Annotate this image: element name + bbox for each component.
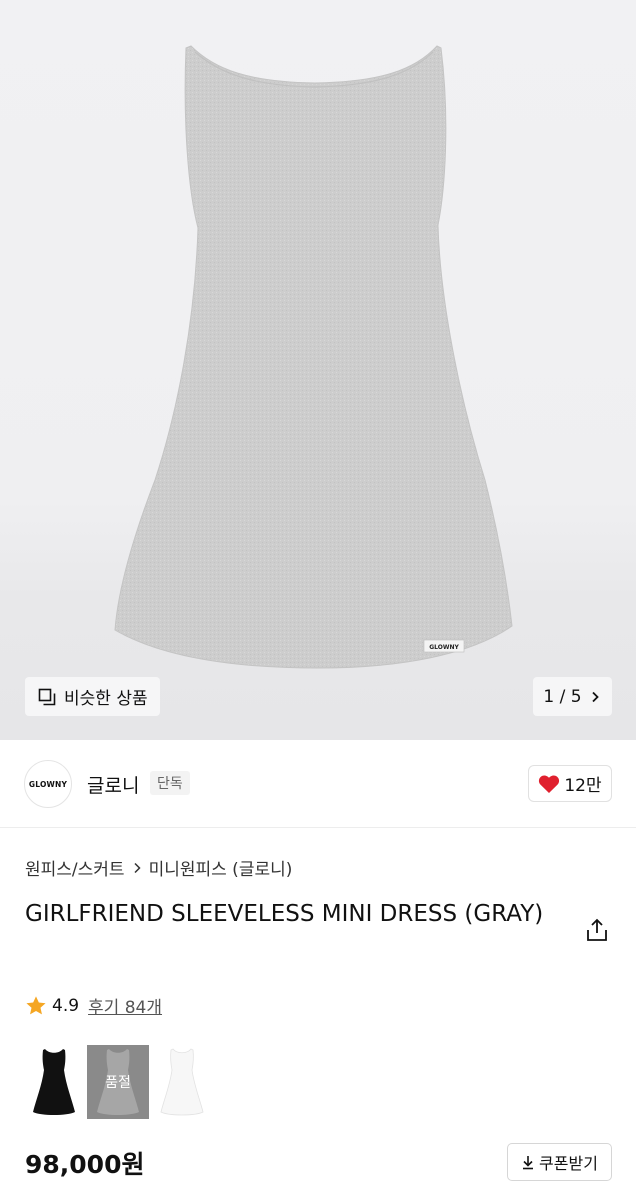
chevron-right-icon xyxy=(591,691,599,702)
color-options: 품절 xyxy=(23,1045,213,1119)
breadcrumb-item-subcategory[interactable]: 미니원피스 (글로니) xyxy=(149,855,293,880)
brand-name[interactable]: 글로니 xyxy=(87,771,139,798)
star-icon xyxy=(26,995,46,1014)
color-option-gray[interactable]: 품절 xyxy=(87,1045,149,1119)
image-pager-count: 1 / 5 xyxy=(543,686,582,707)
breadcrumb: 원피스/스커트 미니원피스 (글로니) xyxy=(25,855,292,880)
dress-label-text: GLOWNY xyxy=(429,644,459,651)
chevron-right-icon xyxy=(134,862,141,873)
review-count-link[interactable]: 후기 84개 xyxy=(88,993,162,1018)
image-pager[interactable]: 1 / 5 xyxy=(533,677,612,716)
similar-products-button[interactable]: 비슷한 상품 xyxy=(25,677,160,716)
like-count: 12만 xyxy=(564,776,602,796)
brand-row: GLOWNY 글로니 단독 12만 xyxy=(0,740,636,828)
share-icon[interactable] xyxy=(584,917,610,943)
rating-score: 4.9 xyxy=(52,995,80,1016)
breadcrumb-item-category[interactable]: 원피스/스커트 xyxy=(25,855,125,880)
rating-row: 4.9 후기 84개 xyxy=(25,993,162,1018)
exclusive-badge: 단독 xyxy=(150,771,190,795)
download-icon xyxy=(523,1156,534,1170)
product-title: GIRLFRIEND SLEEVELESS MINI DRESS (GRAY) xyxy=(25,901,544,927)
product-image: GLOWNY xyxy=(114,45,513,669)
coupon-label: 쿠폰받기 xyxy=(539,1154,598,1173)
product-price: 98,000원 xyxy=(25,1150,145,1179)
like-button[interactable]: 12만 xyxy=(528,765,612,802)
sold-out-badge: 품절 xyxy=(105,1075,131,1091)
color-option-black[interactable] xyxy=(23,1045,85,1119)
black-dress-thumbnail xyxy=(33,1049,75,1115)
white-dress-thumbnail xyxy=(160,1048,204,1116)
similar-products-label: 비슷한 상품 xyxy=(64,689,148,709)
product-image-gallery[interactable]: GLOWNY 비슷한 상품 1 / 5 xyxy=(0,0,636,740)
heart-icon xyxy=(539,774,560,793)
brand-logo-text: GLOWNY xyxy=(28,779,68,789)
brand-logo[interactable]: GLOWNY xyxy=(24,760,72,808)
color-option-white[interactable] xyxy=(151,1045,213,1119)
similar-products-icon xyxy=(37,687,57,707)
coupon-button[interactable]: 쿠폰받기 xyxy=(507,1143,612,1181)
